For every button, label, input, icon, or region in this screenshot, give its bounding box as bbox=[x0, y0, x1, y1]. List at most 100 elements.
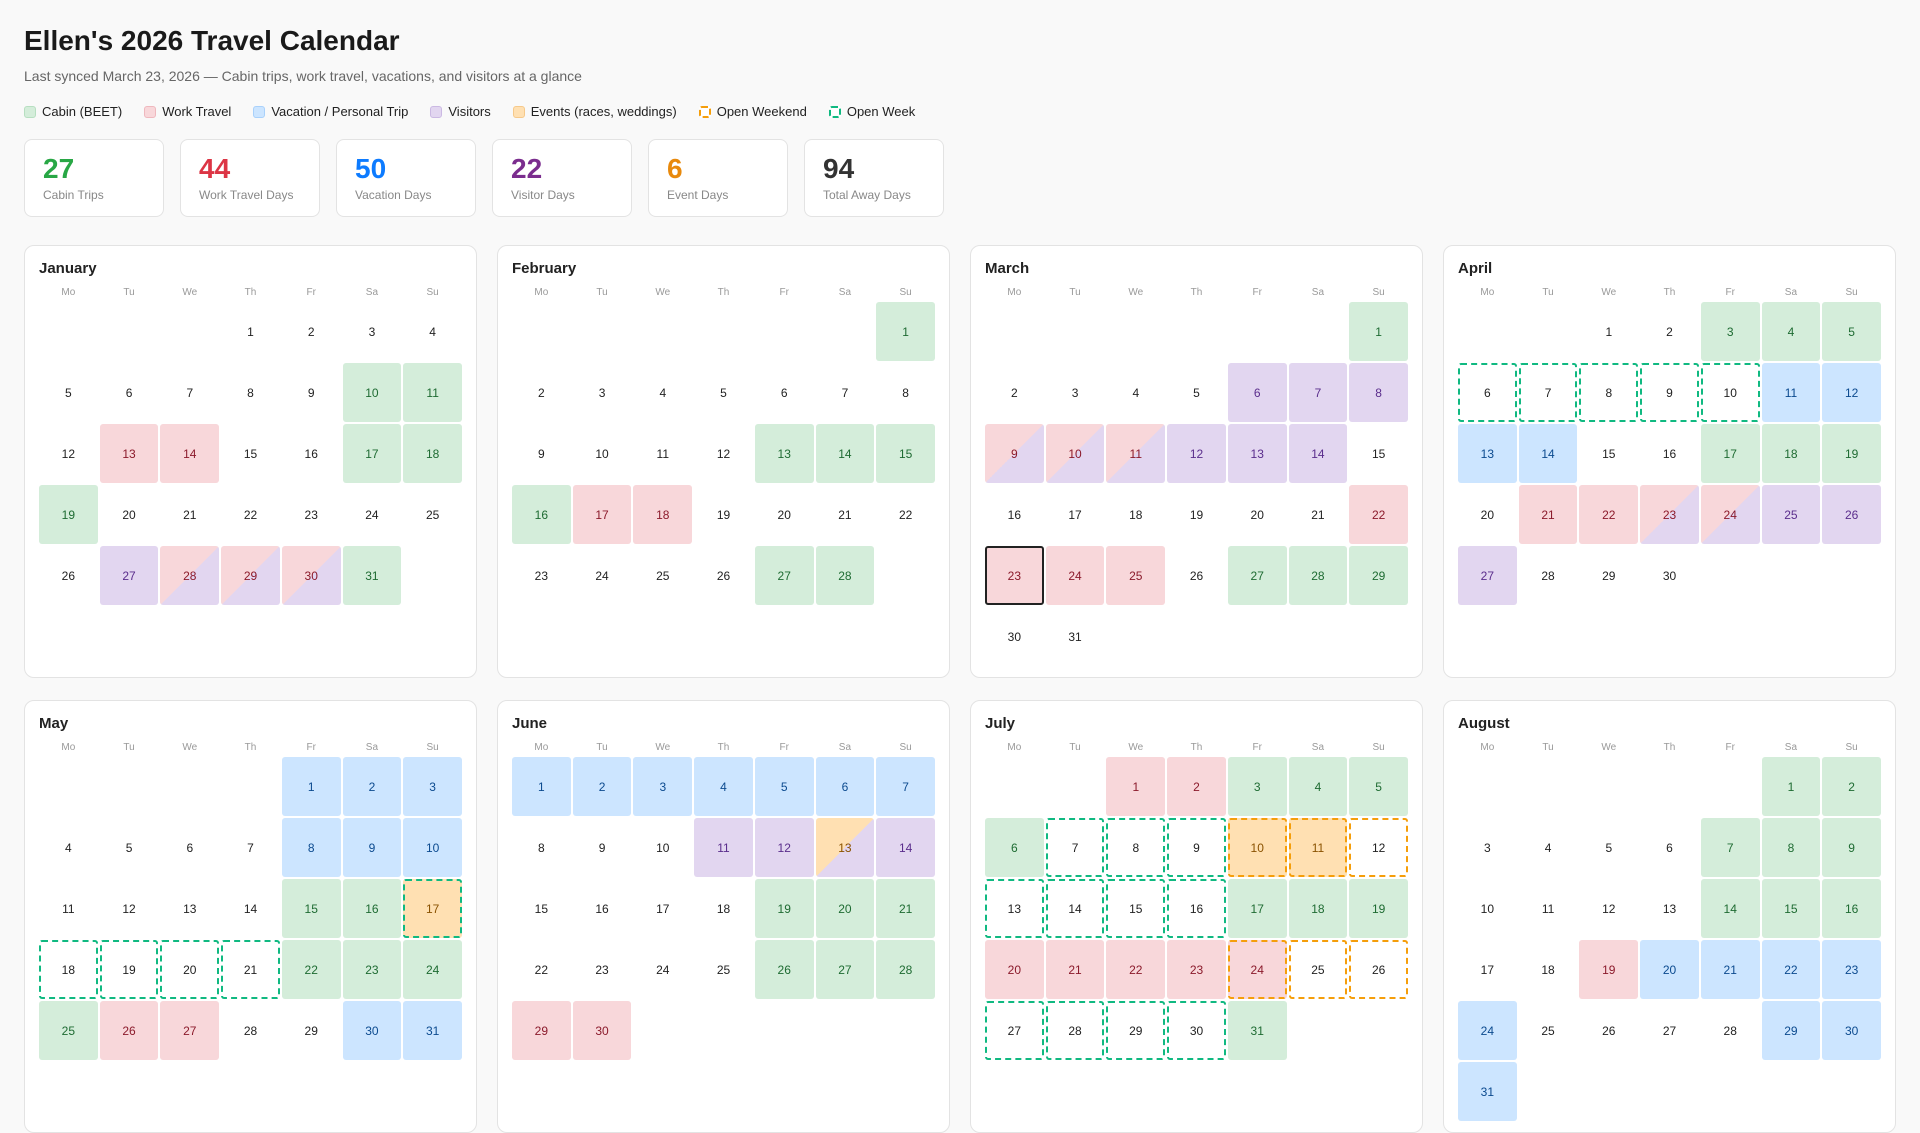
day-cell[interactable]: 14 bbox=[1518, 424, 1578, 483]
day-cell[interactable]: 13 bbox=[1640, 879, 1699, 938]
day-cell[interactable]: 10 bbox=[1227, 818, 1287, 877]
day-cell[interactable]: 5 bbox=[754, 757, 814, 816]
day-cell[interactable]: 4 bbox=[694, 757, 753, 816]
day-cell[interactable]: 16 bbox=[282, 424, 341, 483]
day-cell[interactable]: 7 bbox=[160, 363, 219, 422]
day-cell[interactable]: 10 bbox=[633, 818, 692, 877]
day-cell[interactable]: 14 bbox=[815, 424, 875, 483]
day-cell[interactable]: 15 bbox=[512, 879, 571, 938]
day-cell[interactable]: 1 bbox=[1579, 302, 1638, 361]
day-cell[interactable]: 22 bbox=[1106, 940, 1166, 999]
day-cell[interactable]: 3 bbox=[403, 757, 462, 816]
day-cell[interactable]: 11 bbox=[1761, 363, 1821, 422]
day-cell[interactable]: 12 bbox=[1167, 424, 1226, 483]
day-cell[interactable]: 21 bbox=[160, 485, 219, 544]
day-cell[interactable]: 20 bbox=[160, 940, 220, 999]
day-cell[interactable]: 18 bbox=[39, 940, 98, 999]
day-cell[interactable]: 5 bbox=[100, 818, 159, 877]
day-cell[interactable]: 8 bbox=[876, 363, 935, 422]
day-cell[interactable]: 18 bbox=[1106, 485, 1165, 544]
day-cell[interactable]: 23 bbox=[342, 940, 402, 999]
day-cell[interactable]: 4 bbox=[1106, 363, 1165, 422]
day-cell[interactable]: 6 bbox=[160, 818, 219, 877]
day-cell[interactable]: 21 bbox=[1700, 940, 1760, 999]
day-cell[interactable]: 29 bbox=[282, 1001, 341, 1060]
day-cell[interactable]: 30 bbox=[572, 1001, 632, 1060]
day-cell[interactable]: 23 bbox=[512, 546, 571, 605]
day-cell[interactable]: 20 bbox=[1640, 940, 1699, 999]
day-cell[interactable]: 2 bbox=[342, 757, 402, 816]
day-cell[interactable]: 27 bbox=[1458, 546, 1517, 605]
day-cell[interactable]: 17 bbox=[1458, 940, 1517, 999]
day-cell[interactable]: 30 bbox=[1640, 546, 1699, 605]
day-cell[interactable]: 21 bbox=[1289, 485, 1348, 544]
day-cell[interactable]: 10 bbox=[403, 818, 462, 877]
day-cell[interactable]: 26 bbox=[694, 546, 753, 605]
day-cell[interactable]: 28 bbox=[876, 940, 935, 999]
day-cell[interactable]: 11 bbox=[694, 818, 753, 877]
day-cell[interactable]: 24 bbox=[1227, 940, 1287, 999]
day-cell[interactable]: 24 bbox=[573, 546, 632, 605]
day-cell[interactable]: 24 bbox=[1700, 485, 1760, 544]
day-cell[interactable]: 19 bbox=[754, 879, 814, 938]
day-cell[interactable]: 8 bbox=[1106, 818, 1166, 877]
day-cell[interactable]: 13 bbox=[99, 424, 159, 483]
day-cell[interactable]: 14 bbox=[1700, 879, 1760, 938]
day-cell[interactable]: 6 bbox=[1458, 363, 1517, 422]
day-cell[interactable]: 9 bbox=[573, 818, 632, 877]
day-cell[interactable]: 29 bbox=[1761, 1001, 1821, 1060]
day-cell[interactable]: 18 bbox=[694, 879, 753, 938]
day-cell[interactable]: 19 bbox=[1349, 879, 1408, 938]
day-cell[interactable]: 24 bbox=[403, 940, 462, 999]
day-cell[interactable]: 4 bbox=[39, 818, 98, 877]
day-cell[interactable]: 28 bbox=[1045, 1001, 1105, 1060]
day-cell[interactable]: 26 bbox=[1822, 485, 1881, 544]
day-cell[interactable]: 21 bbox=[876, 879, 935, 938]
day-cell[interactable]: 11 bbox=[633, 424, 692, 483]
day-cell[interactable]: 28 bbox=[1701, 1001, 1760, 1060]
day-cell[interactable]: 29 bbox=[1579, 546, 1638, 605]
day-cell[interactable]: 12 bbox=[100, 879, 159, 938]
day-cell[interactable]: 17 bbox=[1700, 424, 1760, 483]
day-cell[interactable]: 27 bbox=[1640, 1001, 1699, 1060]
day-cell[interactable]: 15 bbox=[1106, 879, 1166, 938]
day-cell[interactable]: 14 bbox=[1045, 879, 1105, 938]
day-cell[interactable]: 27 bbox=[99, 546, 159, 605]
day-cell[interactable]: 4 bbox=[403, 302, 462, 361]
day-cell[interactable]: 28 bbox=[1288, 546, 1348, 605]
day-cell[interactable]: 18 bbox=[1519, 940, 1578, 999]
day-cell[interactable]: 17 bbox=[572, 485, 632, 544]
day-cell[interactable]: 8 bbox=[512, 818, 571, 877]
day-cell[interactable]: 6 bbox=[755, 363, 814, 422]
day-cell[interactable]: 10 bbox=[573, 424, 632, 483]
day-cell[interactable]: 28 bbox=[160, 546, 220, 605]
day-cell[interactable]: 3 bbox=[1227, 757, 1287, 816]
day-cell[interactable]: 1 bbox=[1349, 302, 1408, 361]
day-cell[interactable]: 16 bbox=[1167, 879, 1226, 938]
day-cell[interactable]: 31 bbox=[403, 1001, 462, 1060]
day-cell[interactable]: 11 bbox=[1288, 818, 1348, 877]
day-cell[interactable]: 13 bbox=[815, 818, 875, 877]
day-cell[interactable]: 5 bbox=[694, 363, 753, 422]
day-cell[interactable]: 31 bbox=[1458, 1062, 1517, 1121]
day-cell[interactable]: 4 bbox=[1761, 302, 1821, 361]
day-cell[interactable]: 4 bbox=[1519, 818, 1578, 877]
day-cell[interactable]: 11 bbox=[1106, 424, 1166, 483]
day-cell[interactable]: 3 bbox=[1046, 363, 1105, 422]
day-cell[interactable]: 15 bbox=[281, 879, 341, 938]
day-cell[interactable]: 2 bbox=[572, 757, 632, 816]
day-cell[interactable]: 16 bbox=[573, 879, 632, 938]
day-cell[interactable]: 13 bbox=[160, 879, 219, 938]
day-cell[interactable]: 18 bbox=[633, 485, 693, 544]
day-cell[interactable]: 26 bbox=[99, 1001, 159, 1060]
day-cell[interactable]: 9 bbox=[282, 363, 341, 422]
day-cell[interactable]: 14 bbox=[1288, 424, 1348, 483]
day-cell[interactable]: 31 bbox=[342, 546, 402, 605]
day-cell[interactable]: 2 bbox=[1822, 757, 1881, 816]
day-cell[interactable]: 27 bbox=[815, 940, 875, 999]
day-cell[interactable]: 8 bbox=[281, 818, 341, 877]
day-cell[interactable]: 7 bbox=[816, 363, 875, 422]
day-cell[interactable]: 16 bbox=[1640, 424, 1699, 483]
day-cell[interactable]: 31 bbox=[1046, 607, 1105, 666]
day-cell[interactable]: 17 bbox=[342, 424, 402, 483]
